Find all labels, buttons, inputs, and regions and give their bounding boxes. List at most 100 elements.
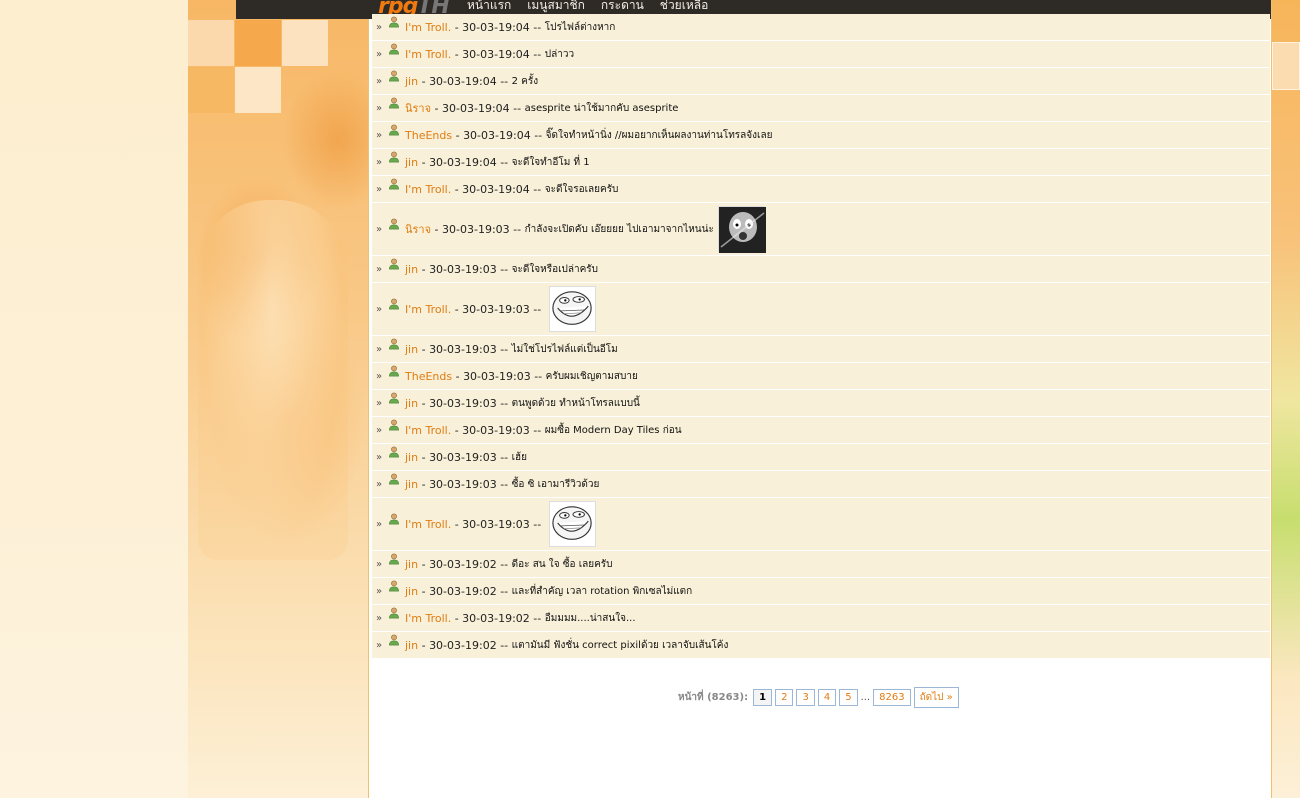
chat-row: » jin - 30-03-19:02 -- ดีอะ สน ใจ ซื้อ เล…	[372, 551, 1270, 578]
chat-message-text: ปล่าวว	[544, 48, 575, 60]
user-icon	[388, 218, 402, 232]
user-icon	[388, 553, 402, 567]
chat-timestamp: 30-03-19:03	[442, 222, 510, 236]
page-link-3[interactable]: 3	[796, 689, 815, 706]
nav-item-1[interactable]: หน้าแรก	[459, 0, 519, 15]
art-tile	[188, 67, 234, 113]
pager-ellipsis: ...	[860, 692, 871, 703]
separator: -	[451, 47, 463, 61]
chat-row: » I'm Troll. - 30-03-19:03 --	[372, 283, 1270, 336]
separator: --	[496, 155, 512, 169]
chat-row: » jin - 30-03-19:03 -- ไม่ใช่โปรไฟล์แต่เป…	[372, 336, 1270, 363]
next-page-link[interactable]: ถัดไป »	[913, 687, 959, 708]
user-icon	[388, 607, 402, 621]
chat-username[interactable]: jin	[405, 156, 418, 169]
chat-message-text: และที่สำคัญ เวลา rotation พิกเซลไม่แตก	[511, 585, 693, 597]
chat-row: » I'm Troll. - 30-03-19:03 -- ผมซื้อ Mode…	[372, 417, 1270, 444]
chat-timestamp: 30-03-19:03	[463, 369, 531, 383]
chat-username[interactable]: jin	[405, 75, 418, 88]
bullet-icon: »	[376, 558, 383, 570]
chat-message-text: จะดีใจรอเลยครับ	[544, 183, 619, 195]
chat-message-text: จะดีใจหรือเปล่าครับ	[511, 263, 598, 275]
separator: -	[418, 155, 430, 169]
separator: -	[418, 342, 430, 356]
chat-timestamp: 30-03-19:03	[429, 342, 497, 356]
separator: -	[451, 423, 463, 437]
page-link-2[interactable]: 2	[775, 689, 794, 706]
separator: --	[496, 557, 512, 571]
anime-art-banner	[188, 0, 368, 798]
chat-username[interactable]: jin	[405, 558, 418, 571]
separator: -	[451, 611, 463, 625]
separator: --	[529, 517, 545, 531]
chat-row: » นิราจ - 30-03-19:03 -- กำลังจะเปิดคับ เ…	[372, 203, 1270, 256]
bullet-icon: »	[376, 424, 383, 436]
separator: --	[529, 182, 545, 196]
user-icon	[388, 258, 402, 272]
nav-item-4[interactable]: ช่วยเหลือ	[652, 0, 717, 15]
chat-timestamp: 30-03-19:02	[429, 584, 497, 598]
chat-username[interactable]: TheEnds	[405, 370, 452, 383]
separator: -	[451, 517, 463, 531]
chat-row: » jin - 30-03-19:03 -- ซื้อ ซิ เอามารีวิว…	[372, 471, 1270, 498]
chat-username[interactable]: I'm Troll.	[405, 612, 451, 625]
chat-message-text: โปรไฟล์ต่างหาก	[544, 21, 616, 33]
chat-row: » I'm Troll. - 30-03-19:03 --	[372, 498, 1270, 551]
pagination: หน้าที่ (8263): 1 2 3 4 5... 8263 ถัดไป »	[678, 687, 959, 708]
bullet-icon: »	[376, 585, 383, 597]
chat-timestamp: 30-03-19:04	[442, 101, 510, 115]
nav-item-2[interactable]: เมนูสมาชิก	[519, 0, 593, 15]
separator: --	[509, 222, 525, 236]
chat-message-text: จะดีใจทำอีโม ที่ 1	[511, 156, 590, 168]
separator: --	[529, 423, 545, 437]
page-link-5[interactable]: 5	[839, 689, 858, 706]
chat-username[interactable]: I'm Troll.	[405, 21, 451, 34]
separator: --	[529, 20, 545, 34]
chat-row: » TheEnds - 30-03-19:04 -- จิ๊ดใจทำหน้านิ…	[372, 122, 1270, 149]
separator: --	[529, 611, 545, 625]
bullet-icon: »	[376, 223, 383, 235]
page-link-last[interactable]: 8263	[873, 689, 911, 706]
chat-username[interactable]: นิราจ	[405, 99, 431, 117]
chat-timestamp: 30-03-19:04	[462, 47, 530, 61]
nav-item-3[interactable]: กระดาน	[593, 0, 652, 15]
user-icon	[388, 97, 402, 111]
chat-username[interactable]: jin	[405, 397, 418, 410]
chat-username[interactable]: jin	[405, 478, 418, 491]
chat-row: » TheEnds - 30-03-19:03 -- ครับผมเชิญตามส…	[372, 363, 1270, 390]
page-link-1[interactable]: 1	[753, 689, 773, 706]
chat-username[interactable]: นิราจ	[405, 220, 431, 238]
chat-username[interactable]: jin	[405, 585, 418, 598]
separator: --	[529, 47, 545, 61]
chat-username[interactable]: I'm Troll.	[405, 518, 451, 531]
chat-message-text: ตนพูดด้วย ทำหน้าโทรลแบบนี้	[511, 397, 640, 409]
nav-menu: หน้าแรก เมนูสมาชิก กระดาน ช่วยเหลือ	[459, 0, 716, 15]
separator: --	[496, 477, 512, 491]
user-icon	[388, 298, 402, 312]
user-icon	[388, 634, 402, 648]
separator: -	[451, 302, 463, 316]
separator: -	[418, 396, 430, 410]
bullet-icon: »	[376, 102, 383, 114]
chat-username[interactable]: I'm Troll.	[405, 48, 451, 61]
user-icon	[388, 70, 402, 84]
chat-username[interactable]: TheEnds	[405, 129, 452, 142]
chat-username[interactable]: jin	[405, 639, 418, 652]
chat-timestamp: 30-03-19:04	[462, 182, 530, 196]
chat-username[interactable]: jin	[405, 343, 418, 356]
pager-label: หน้าที่ (8263):	[678, 692, 749, 703]
chat-username[interactable]: I'm Troll.	[405, 303, 451, 316]
chat-username[interactable]: I'm Troll.	[405, 183, 451, 196]
chat-username[interactable]: jin	[405, 451, 418, 464]
user-icon	[388, 446, 402, 460]
separator: -	[418, 477, 430, 491]
separator: --	[496, 638, 512, 652]
user-icon	[388, 16, 402, 30]
bullet-icon: »	[376, 183, 383, 195]
chat-message-text: ไม่ใช่โปรไฟล์แต่เป็นอีโม	[511, 343, 618, 355]
chat-username[interactable]: I'm Troll.	[405, 424, 451, 437]
chat-username[interactable]: jin	[405, 263, 418, 276]
bullet-icon: »	[376, 303, 383, 315]
user-icon	[388, 124, 402, 138]
page-link-4[interactable]: 4	[817, 689, 837, 706]
